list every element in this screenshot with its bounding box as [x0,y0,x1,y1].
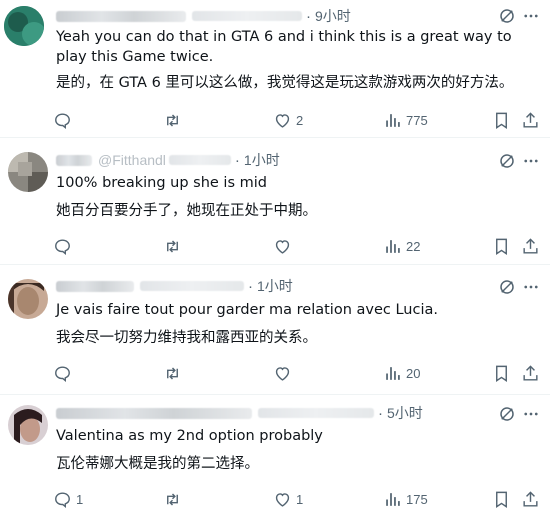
avatar[interactable] [8,279,48,319]
reply-icon [55,365,70,382]
repost-button[interactable] [163,361,186,385]
blurred-display-name[interactable] [56,10,186,22]
timestamp[interactable]: 1小时 [244,150,280,170]
grok-icon[interactable] [498,152,516,170]
share-icon [523,364,538,381]
blurred-handle[interactable] [140,281,244,291]
more-options-icon[interactable] [522,405,540,423]
repost-icon [167,366,178,380]
share-button[interactable] [521,487,540,511]
share-icon [523,111,538,128]
blurred-handle[interactable] [258,408,374,418]
share-button[interactable] [521,361,540,385]
share-icon [523,490,538,507]
grok-icon[interactable] [498,405,516,423]
timestamp[interactable]: 9小时 [315,6,351,26]
reply-text: Yeah you can do that in GTA 6 and i thin… [56,29,512,65]
heart-icon [275,366,290,381]
reply-button[interactable] [53,361,76,385]
blurred-handle[interactable] [192,11,302,21]
reply-item[interactable]: @Fitthandl · 1小时 100% breaking up she is… [0,138,550,265]
reply-text: Je vais faire tout pour garder ma relati… [56,302,438,318]
timestamp[interactable]: 5小时 [387,403,423,423]
blurred-display-name[interactable] [56,280,134,292]
reply-translation: 她百分百要分手了，她现在正处于中期。 [56,203,317,219]
repost-button[interactable] [163,108,186,132]
reply-header: @Fitthandl · 1小时 [56,150,280,170]
bookmark-icon [496,112,507,129]
blurred-display-name[interactable] [56,407,252,419]
action-bar: 22 [0,234,550,258]
reply-icon [55,238,70,255]
views-button[interactable]: 775 [383,108,428,132]
reply-button[interactable] [53,108,76,132]
timestamp[interactable]: 1小时 [257,276,293,296]
repost-icon [167,239,178,253]
reply-icon [55,491,70,508]
share-icon [523,237,538,254]
repost-icon [167,113,178,127]
reply-translation: 是的，在 GTA 6 里可以这么做，我觉得这是玩这款游戏两次的好方法。 [56,75,514,91]
bookmark-button[interactable] [492,108,511,132]
blurred-handle[interactable] [168,155,231,165]
reply-translation: 我会尽一切努力维持我和露西亚的关系。 [56,330,317,346]
reply-header: · 5小时 [56,403,423,423]
more-options-icon[interactable] [522,278,540,296]
reply-item[interactable]: · 9小时 Yeah you can do that in GTA 6 and … [0,0,550,138]
like-button[interactable] [273,234,296,258]
reply-header: · 9小时 [56,6,351,26]
avatar[interactable] [4,6,44,46]
bookmark-icon [496,365,507,382]
views-icon [386,239,400,253]
more-options-icon[interactable] [522,152,540,170]
bookmark-button[interactable] [492,234,511,258]
heart-icon [275,492,290,507]
blurred-display-name[interactable] [56,154,92,166]
views-icon [386,113,400,127]
like-button[interactable]: 1 [273,487,303,511]
reply-item[interactable]: · 5小时 Valentina as my 2nd option probabl… [0,395,550,518]
views-icon [386,492,400,506]
share-button[interactable] [521,234,540,258]
reply-text: Valentina as my 2nd option probably [56,428,323,444]
views-button[interactable]: 20 [383,361,420,385]
avatar[interactable] [8,152,48,192]
repost-button[interactable] [163,487,186,511]
heart-icon [275,239,290,254]
reply-button[interactable] [53,234,76,258]
heart-icon [275,113,290,128]
reply-translation: 瓦伦蒂娜大概是我的第二选择。 [56,456,259,472]
action-bar: 2 775 [0,108,550,132]
reply-item[interactable]: · 1小时 Je vais faire tout pour garder ma … [0,265,550,395]
reply-text: 100% breaking up she is mid [56,175,267,191]
action-bar: 20 [0,361,550,385]
bookmark-icon [496,238,507,255]
more-options-icon[interactable] [522,7,540,25]
handle-partial[interactable]: @Fitthandl [98,152,166,168]
reply-button[interactable]: 1 [53,487,83,511]
repost-icon [167,492,178,506]
like-button[interactable] [273,361,296,385]
like-button[interactable]: 2 [273,108,303,132]
action-bar: 1 1 175 [0,487,550,511]
bookmark-button[interactable] [492,361,511,385]
views-button[interactable]: 175 [383,487,428,511]
grok-icon[interactable] [498,7,516,25]
bookmark-button[interactable] [492,487,511,511]
replies-feed: · 9小时 Yeah you can do that in GTA 6 and … [0,0,550,518]
reply-icon [55,112,70,129]
views-icon [386,366,400,380]
avatar[interactable] [8,405,48,445]
bookmark-icon [496,491,507,508]
grok-icon[interactable] [498,278,516,296]
reply-header: · 1小时 [56,276,293,296]
repost-button[interactable] [163,234,186,258]
share-button[interactable] [521,108,540,132]
views-button[interactable]: 22 [383,234,420,258]
